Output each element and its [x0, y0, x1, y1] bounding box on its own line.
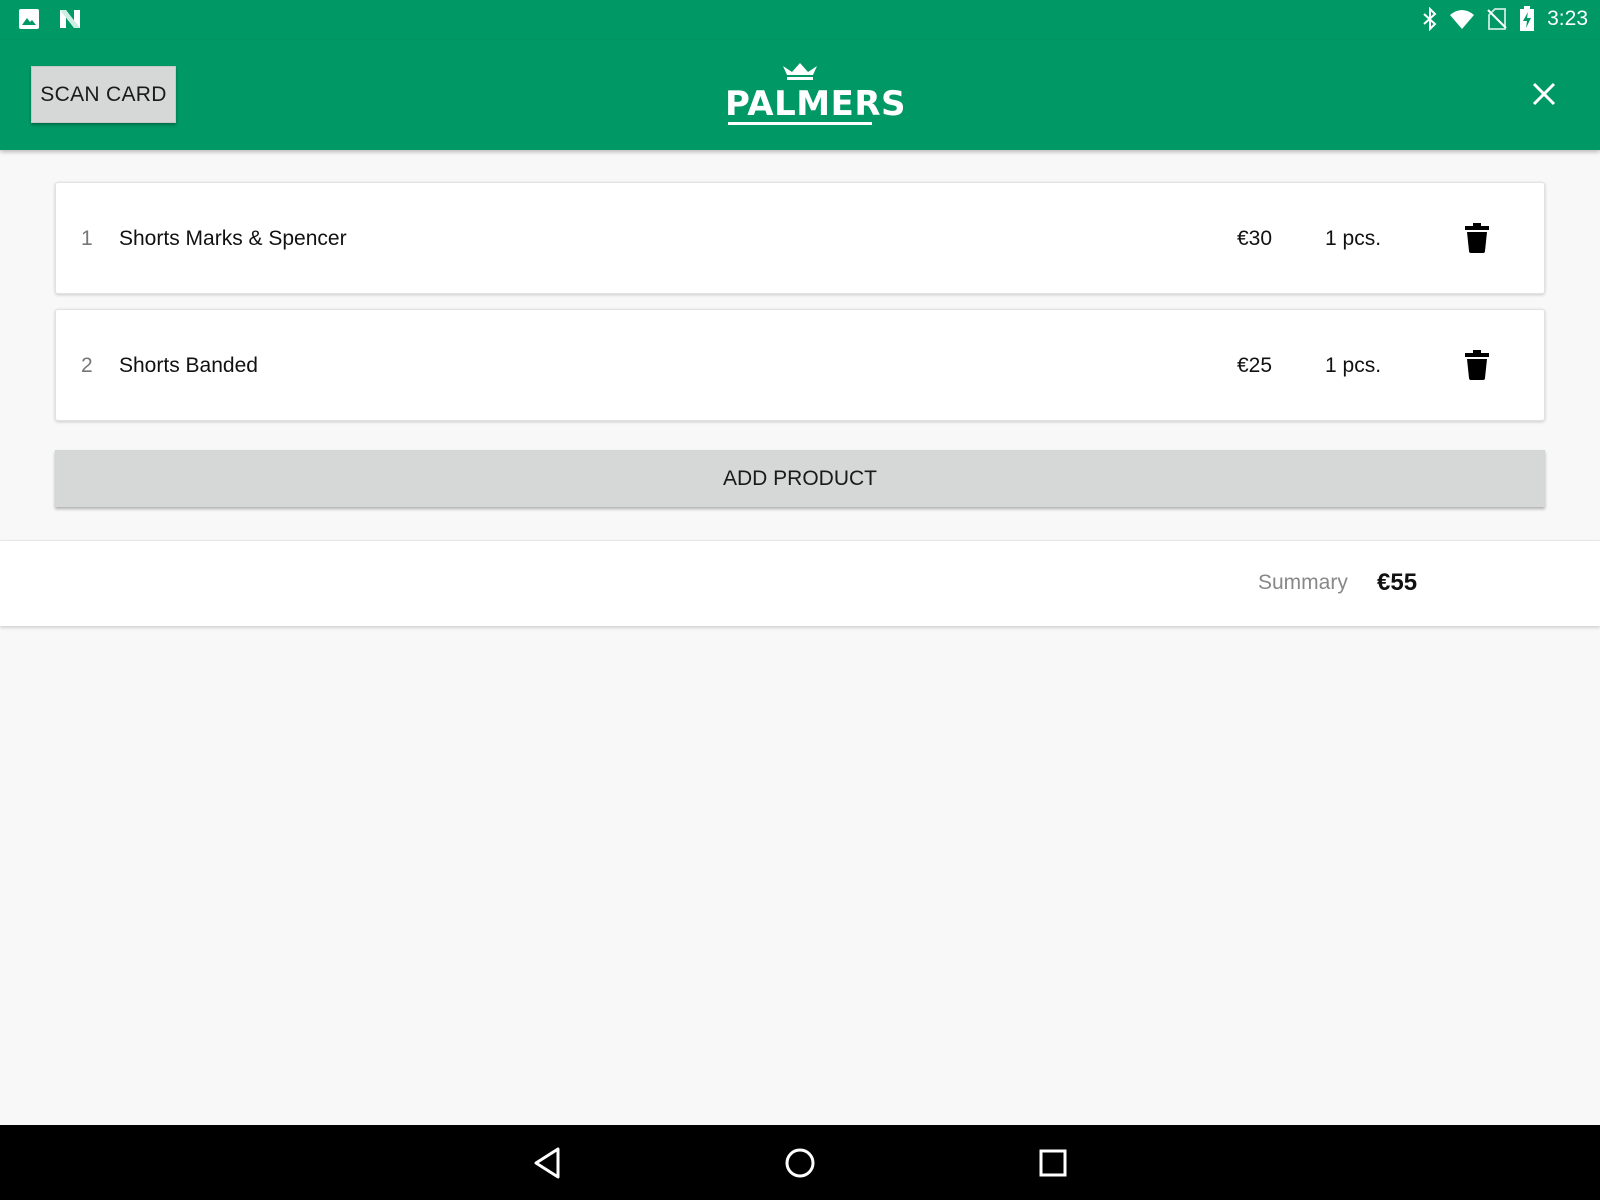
- battery-charging-icon: [1519, 6, 1535, 32]
- scan-card-button[interactable]: SCAN CARD: [31, 66, 176, 123]
- app-bar: SCAN CARD PALMERS: [0, 40, 1600, 150]
- navigation-bar: [0, 1125, 1600, 1200]
- back-icon: [534, 1147, 560, 1179]
- summary-total: €55: [1377, 569, 1418, 596]
- trash-icon: [1465, 223, 1489, 253]
- home-button[interactable]: [780, 1143, 820, 1183]
- close-button[interactable]: [1528, 78, 1560, 110]
- status-clock: 3:23: [1547, 7, 1588, 30]
- n-notification-icon: [58, 8, 82, 30]
- item-price: €25: [1237, 354, 1273, 377]
- list-item[interactable]: 2 Shorts Banded €25 1 pcs.: [55, 309, 1545, 421]
- list-item[interactable]: 1 Shorts Marks & Spencer €30 1 pcs.: [55, 182, 1545, 294]
- item-name: Shorts Banded: [119, 354, 258, 377]
- add-product-button[interactable]: ADD PRODUCT: [55, 450, 1545, 507]
- item-quantity[interactable]: 1 pcs.: [1325, 227, 1381, 251]
- item-price: €30: [1237, 227, 1273, 250]
- no-sim-icon: [1487, 8, 1507, 30]
- summary-bar: Summary €55: [0, 540, 1600, 626]
- trash-icon: [1465, 350, 1489, 380]
- bluetooth-icon: [1423, 7, 1437, 31]
- recents-button[interactable]: [1033, 1143, 1073, 1183]
- item-index: 1: [81, 227, 93, 250]
- wifi-icon: [1449, 8, 1475, 30]
- logo-text: PALMERS: [725, 84, 907, 124]
- app-screen: 3:23 SCAN CARD PALMERS 1 Shorts Marks & …: [0, 0, 1600, 1200]
- delete-item-button[interactable]: [1465, 350, 1489, 380]
- item-index: 2: [81, 354, 93, 377]
- summary-label: Summary: [1258, 571, 1348, 594]
- status-bar: 3:23: [0, 0, 1600, 40]
- delete-item-button[interactable]: [1465, 223, 1489, 253]
- image-notification-icon: [18, 8, 40, 30]
- product-list: 1 Shorts Marks & Spencer €30 1 pcs. 2 Sh…: [55, 182, 1545, 436]
- item-quantity[interactable]: 1 pcs.: [1325, 354, 1381, 378]
- item-name: Shorts Marks & Spencer: [119, 227, 347, 250]
- crown-icon: [783, 63, 817, 80]
- recents-icon: [1039, 1149, 1067, 1177]
- home-icon: [785, 1148, 815, 1178]
- palmers-logo: PALMERS: [725, 62, 907, 130]
- logo-underline: [728, 122, 872, 125]
- close-icon: [1532, 82, 1556, 106]
- back-button[interactable]: [528, 1143, 568, 1183]
